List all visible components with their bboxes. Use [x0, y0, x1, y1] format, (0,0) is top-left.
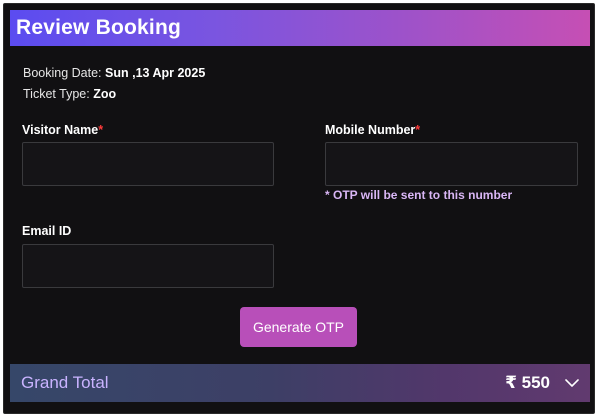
mobile-number-label: Mobile Number* [325, 123, 420, 137]
review-booking-panel: Review Booking Booking Date: Sun ,13 Apr… [3, 3, 595, 414]
visitor-name-input[interactable] [22, 142, 274, 186]
grand-total-bar[interactable]: Grand Total ₹ 550 [10, 364, 590, 402]
otp-note: * OTP will be sent to this number [325, 188, 513, 202]
mobile-number-label-text: Mobile Number [325, 123, 416, 137]
visitor-name-label-text: Visitor Name [22, 123, 99, 137]
email-id-label-text: Email ID [22, 224, 72, 238]
booking-date-label: Booking Date: [23, 66, 102, 80]
email-id-label: Email ID [22, 224, 71, 238]
mobile-number-input[interactable] [325, 142, 578, 186]
grand-total-label: Grand Total [21, 373, 109, 392]
visitor-name-label: Visitor Name* [22, 123, 103, 137]
ticket-type-value: Zoo [93, 87, 117, 101]
chevron-down-icon[interactable] [564, 375, 580, 391]
required-mark: * [98, 123, 104, 137]
ticket-type: Ticket Type: Zoo [23, 87, 116, 101]
booking-date: Booking Date: Sun ,13 Apr 2025 [23, 66, 205, 80]
required-mark: * [415, 123, 421, 137]
email-id-input[interactable] [22, 244, 274, 288]
page-title: Review Booking [16, 16, 181, 39]
generate-otp-button[interactable]: Generate OTP [240, 307, 357, 347]
booking-date-value: Sun ,13 Apr 2025 [105, 66, 206, 80]
grand-total-amount: ₹ 550 [505, 373, 550, 392]
ticket-type-label: Ticket Type: [23, 87, 90, 101]
review-booking-header: Review Booking [10, 10, 590, 46]
